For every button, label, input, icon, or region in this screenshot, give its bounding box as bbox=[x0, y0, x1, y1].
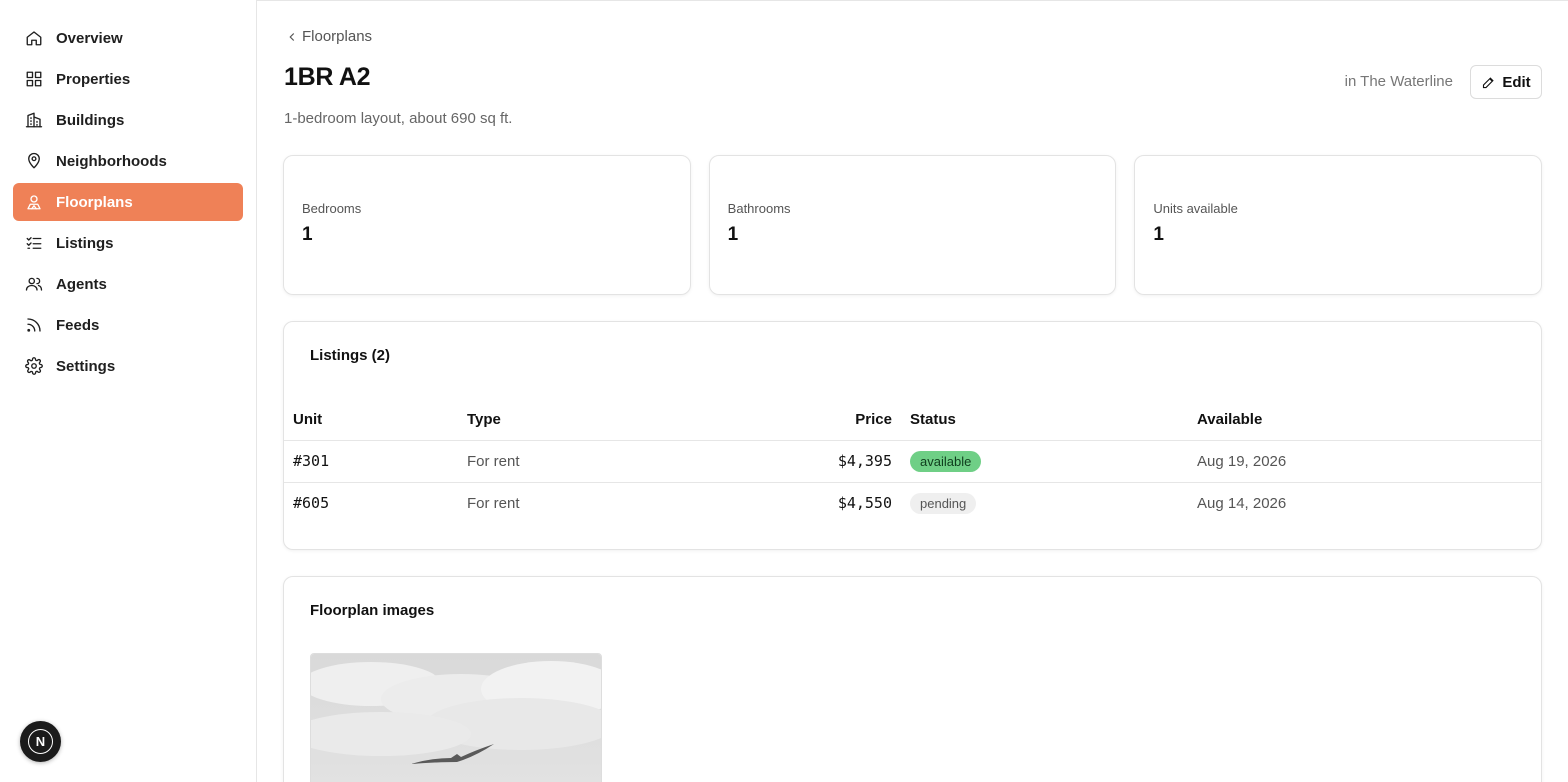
edit-button-label: Edit bbox=[1502, 73, 1531, 91]
column-header-unit[interactable]: Unit bbox=[284, 400, 458, 441]
column-header-available[interactable]: Available bbox=[1188, 400, 1541, 441]
cell-available: Aug 14, 2026 bbox=[1197, 494, 1287, 512]
breadcrumb-label: Floorplans bbox=[302, 28, 373, 45]
sidebar-item-listings[interactable]: Listings bbox=[13, 224, 243, 262]
sidebar-item-agents[interactable]: Agents bbox=[13, 265, 243, 303]
floorplan-images-card: Floorplan images bbox=[283, 576, 1542, 782]
gear-icon bbox=[25, 357, 43, 375]
sidebar-item-label: Floorplans bbox=[56, 193, 133, 211]
building-label: in The Waterline bbox=[1344, 73, 1453, 90]
cell-available: Aug 19, 2026 bbox=[1188, 440, 1541, 483]
floorplan-image bbox=[311, 654, 601, 782]
sidebar-item-label: Overview bbox=[56, 29, 123, 47]
sidebar-item-settings[interactable]: Settings bbox=[13, 347, 243, 385]
breadcrumb-back-link[interactable]: Floorplans bbox=[285, 28, 372, 45]
cell-type: For rent bbox=[467, 494, 520, 512]
app-root: Overview Properties Buildings Neighborho… bbox=[0, 0, 1568, 782]
floorplan-images-title: Floorplan images bbox=[310, 602, 435, 619]
sidebar-item-overview[interactable]: Overview bbox=[13, 19, 243, 57]
sidebar-item-neighborhoods[interactable]: Neighborhoods bbox=[13, 142, 243, 180]
listings-table: Unit Type Price Status Available #301 Fo… bbox=[284, 400, 1541, 524]
sidebar-item-label: Agents bbox=[56, 275, 107, 293]
table-row[interactable]: #301 For rent $4,395 available Aug 19, 2… bbox=[284, 440, 1541, 483]
stat-label: Units available bbox=[1153, 201, 1238, 216]
status-badge: available bbox=[910, 450, 982, 472]
home-icon bbox=[25, 29, 43, 47]
rss-icon bbox=[25, 316, 43, 334]
sidebar-item-buildings[interactable]: Buildings bbox=[13, 101, 243, 139]
column-header-price[interactable]: Price bbox=[618, 400, 901, 441]
stat-value: 1 bbox=[1153, 224, 1164, 245]
cell-unit: #301 bbox=[284, 440, 458, 483]
listings-title: Listings (2) bbox=[310, 347, 391, 364]
cell-status: available bbox=[901, 440, 1188, 483]
grid-icon bbox=[25, 70, 43, 88]
list-checks-icon bbox=[25, 234, 43, 252]
chevron-left-icon bbox=[285, 30, 299, 44]
sidebar-item-label: Properties bbox=[56, 70, 131, 88]
stat-card-units-available: Units available 1 bbox=[1134, 155, 1543, 295]
page-title: 1BR A2 bbox=[284, 63, 371, 91]
stats-row: Bedrooms 1 Bathrooms 1 Units available 1 bbox=[283, 155, 1543, 295]
next-devtools-badge[interactable]: N bbox=[20, 721, 61, 762]
stat-value: 1 bbox=[302, 224, 313, 245]
pencil-icon bbox=[1483, 76, 1494, 88]
stat-value: 1 bbox=[727, 224, 739, 245]
table-row[interactable]: #605 For rent $4,550 pending Aug 14, 202… bbox=[284, 482, 1541, 524]
sidebar-item-label: Listings bbox=[56, 234, 114, 252]
page-subtitle: 1-bedroom layout, about 690 sq ft. bbox=[284, 110, 513, 127]
stat-label: Bathrooms bbox=[727, 201, 791, 216]
sidebar-item-label: Feeds bbox=[56, 316, 100, 334]
sidebar-item-feeds[interactable]: Feeds bbox=[13, 306, 243, 344]
table-header-row: Unit Type Price Status Available bbox=[284, 400, 1541, 441]
stat-label: Bedrooms bbox=[302, 201, 362, 216]
map-pin-icon bbox=[25, 152, 43, 170]
cell-status: pending bbox=[901, 482, 1188, 524]
sidebar-item-properties[interactable]: Properties bbox=[13, 60, 243, 98]
sidebar-item-floorplans[interactable]: Floorplans bbox=[13, 183, 243, 221]
floorplan-image-thumbnail[interactable] bbox=[310, 653, 602, 782]
cell-price: $4,550 bbox=[837, 494, 892, 513]
listings-card: Listings (2) Unit Type Price Status Avai… bbox=[283, 321, 1542, 550]
users-icon bbox=[25, 275, 43, 293]
floorplan-icon bbox=[25, 193, 43, 211]
sidebar-item-label: Settings bbox=[56, 357, 116, 375]
sidebar-item-label: Buildings bbox=[56, 111, 125, 129]
stat-card-bathrooms: Bathrooms 1 bbox=[708, 155, 1117, 295]
sidebar-item-label: Neighborhoods bbox=[56, 152, 167, 170]
cell-unit: #605 bbox=[293, 494, 330, 513]
column-header-status[interactable]: Status bbox=[901, 400, 1188, 441]
edit-button[interactable]: Edit bbox=[1470, 65, 1542, 99]
sidebar: Overview Properties Buildings Neighborho… bbox=[0, 0, 257, 782]
badge-letter: N bbox=[28, 729, 53, 754]
cell-type: For rent bbox=[458, 440, 618, 483]
column-header-type[interactable]: Type bbox=[458, 400, 618, 441]
status-badge: pending bbox=[910, 492, 977, 514]
building-icon bbox=[25, 111, 43, 129]
main-content: Floorplans 1BR A2 1-bedroom layout, abou… bbox=[257, 0, 1568, 782]
cell-price: $4,395 bbox=[618, 440, 901, 483]
stat-card-bedrooms: Bedrooms 1 bbox=[283, 155, 691, 295]
